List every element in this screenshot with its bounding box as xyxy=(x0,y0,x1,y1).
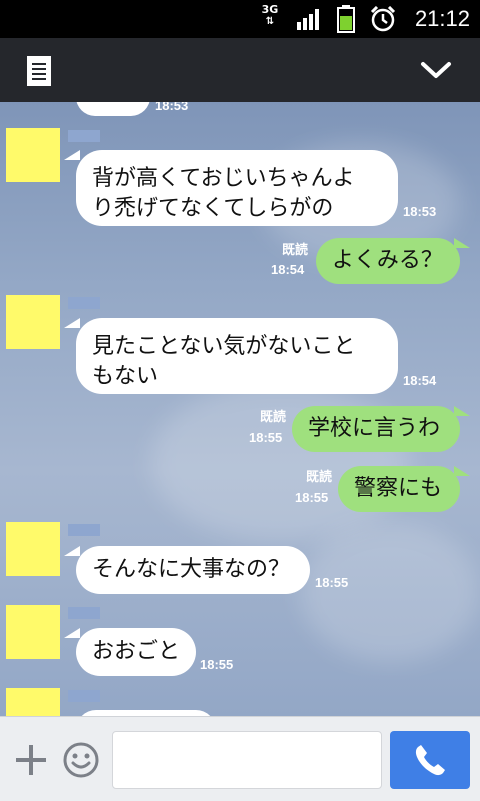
message-time: 18:54 xyxy=(271,262,305,277)
message-text-line: 見たことない気がないこと xyxy=(92,334,356,359)
smiley-face-icon[interactable] xyxy=(62,741,100,779)
message-time: 18:55 xyxy=(200,657,234,672)
message-text: そんなに大事なの？ xyxy=(92,557,291,582)
avatar[interactable] xyxy=(6,688,60,716)
signal-bars-icon xyxy=(297,9,319,30)
bubble-tail xyxy=(64,628,80,638)
message-text: よくみる？ xyxy=(332,248,443,273)
avatar[interactable] xyxy=(6,605,60,659)
message-input-bar xyxy=(0,716,480,801)
read-receipt: 既読 xyxy=(259,410,286,425)
incoming-message-bubble[interactable] xyxy=(76,102,150,116)
message-text-line: もない xyxy=(92,364,159,389)
read-receipt: 既読 xyxy=(305,470,332,485)
status-bar: 3G ⇅ 21:12 xyxy=(0,0,480,38)
message-text: おおごと xyxy=(92,639,181,664)
sender-name xyxy=(68,607,100,619)
message-time: 18:53 xyxy=(403,204,437,219)
message-text: 警察にも xyxy=(354,476,443,501)
message-time: 18:55 xyxy=(315,575,349,590)
plus-icon[interactable] xyxy=(14,743,48,777)
bubble-tail xyxy=(454,406,470,416)
message-text: 学校に言うわ xyxy=(308,416,441,441)
bubble-tail xyxy=(454,466,470,476)
sender-name xyxy=(68,297,100,309)
incoming-message-bubble[interactable]: 見たことない気がないこと もない xyxy=(76,318,398,394)
bubble-tail xyxy=(64,318,80,328)
chat-message-list[interactable]: 18:53 背が高くておじいちゃんよ り禿げてなくてしらがの 18:53 既読 … xyxy=(0,102,480,716)
incoming-message-bubble[interactable]: 背が高くておじいちゃんよ り禿げてなくてしらがの xyxy=(76,150,398,226)
message-time: 18:55 xyxy=(249,430,283,445)
bubble-tail xyxy=(64,546,80,556)
read-receipt: 既読 xyxy=(281,243,308,258)
sender-name xyxy=(68,130,100,142)
sender-name xyxy=(68,690,100,702)
call-button[interactable] xyxy=(390,731,470,789)
notes-list-icon[interactable] xyxy=(26,55,52,87)
message-text-line: 背が高くておじいちゃんよ xyxy=(92,166,355,191)
outgoing-message-bubble[interactable]: 学校に言うわ xyxy=(292,406,460,452)
outgoing-message-bubble[interactable]: 警察にも xyxy=(338,466,460,512)
background-cloud xyxy=(300,522,480,662)
message-time: 18:54 xyxy=(403,373,437,388)
alarm-clock-icon xyxy=(370,6,396,32)
bubble-tail xyxy=(454,238,470,248)
status-time: 21:12 xyxy=(414,6,470,31)
message-time: 18:53 xyxy=(155,102,189,113)
bubble-tail xyxy=(64,150,80,160)
phone-icon xyxy=(415,745,445,776)
avatar[interactable] xyxy=(6,522,60,576)
sender-name xyxy=(68,524,100,536)
avatar[interactable] xyxy=(6,295,60,349)
message-input[interactable] xyxy=(112,731,382,789)
network-type-label: 3G xyxy=(261,3,279,16)
outgoing-message-bubble[interactable]: よくみる？ xyxy=(316,238,460,284)
avatar[interactable] xyxy=(6,128,60,182)
message-text-line: り禿げてなくてしらがの xyxy=(92,196,334,221)
message-time: 18:55 xyxy=(295,490,329,505)
incoming-message-bubble[interactable]: そんなに大事なの？ xyxy=(76,546,310,594)
chevron-down-icon[interactable] xyxy=(420,60,452,80)
chat-header xyxy=(0,38,480,102)
battery-icon xyxy=(337,5,355,33)
network-type-icon: 3G ⇅ xyxy=(261,3,279,28)
incoming-message-bubble[interactable]: おおごと xyxy=(76,628,196,676)
